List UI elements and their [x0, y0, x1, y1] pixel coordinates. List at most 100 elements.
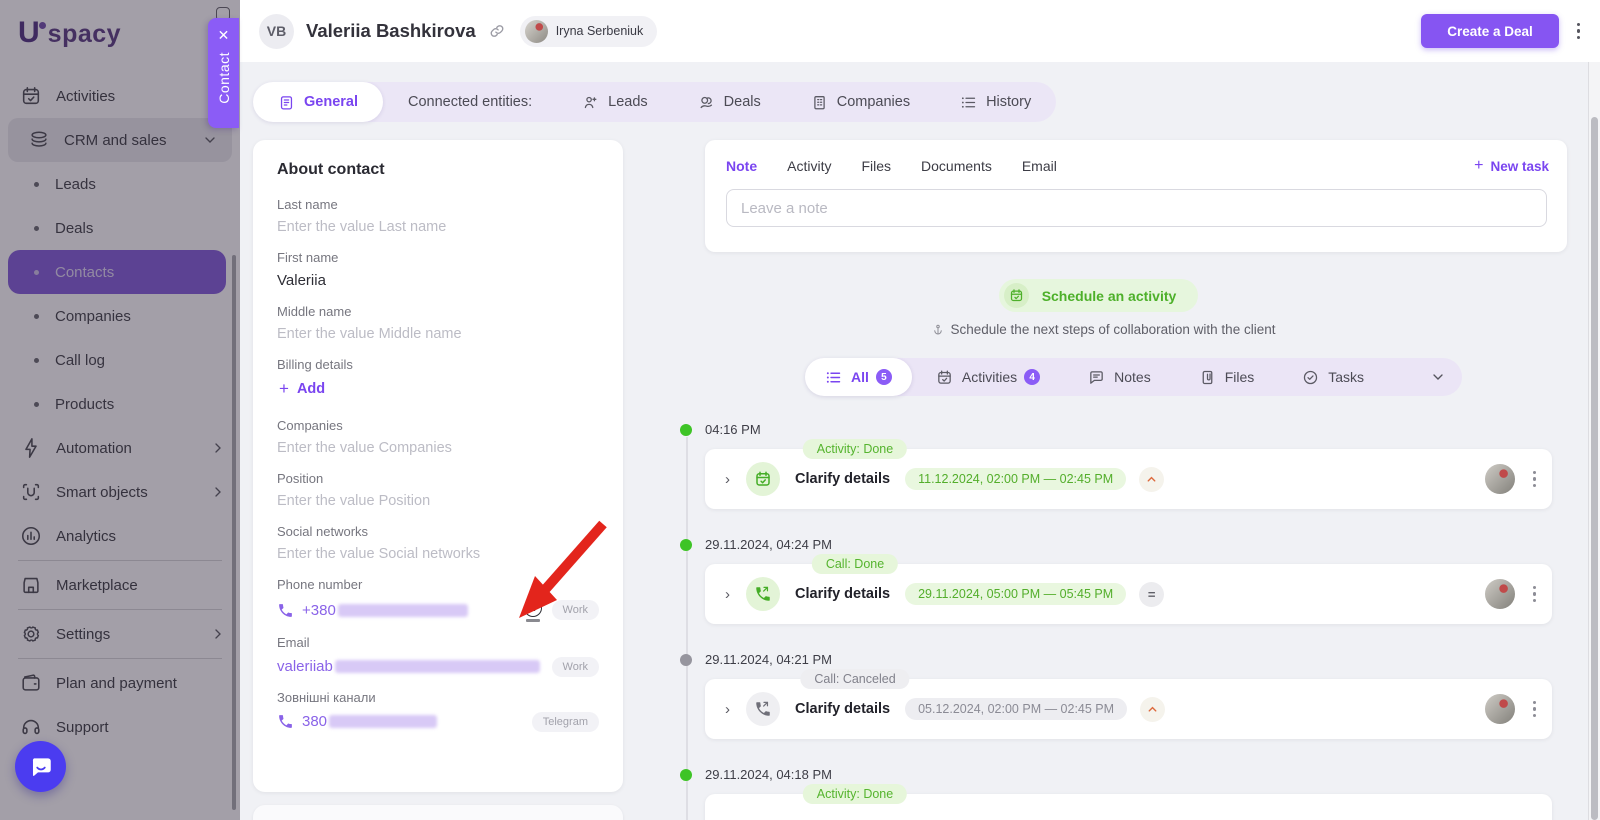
check-circle-icon — [1302, 369, 1319, 386]
tab-connected-entities[interactable]: Connected entities: — [383, 82, 557, 122]
sidebar-item-marketplace[interactable]: Marketplace — [0, 563, 240, 607]
external-channel-value[interactable]: 380 — [302, 713, 327, 730]
chevron-down-icon — [202, 132, 218, 148]
expand-chevron-icon[interactable]: › — [725, 701, 730, 718]
activity-card[interactable]: Activity: Done › Clarify details 11.12.2… — [705, 449, 1552, 509]
sidebar-item-smart-objects[interactable]: Smart objects — [0, 470, 240, 514]
count-badge: 4 — [1024, 369, 1040, 385]
scrollbar-thumb[interactable] — [1591, 117, 1598, 820]
filter-files[interactable]: Files — [1175, 358, 1279, 396]
deals-icon — [698, 94, 715, 111]
sidebar-item-activities[interactable]: Activities — [0, 74, 240, 118]
call-card[interactable]: Call: Canceled › Clarify details 05.12.2… — [705, 679, 1552, 739]
tab-general[interactable]: General — [253, 82, 383, 122]
analytics-icon — [20, 525, 42, 547]
outgoing-call-icon — [746, 692, 780, 726]
tab-deals[interactable]: Deals — [673, 82, 786, 122]
plus-icon: + — [279, 379, 289, 399]
sidebar-item-deals[interactable]: Deals — [0, 206, 240, 250]
sidebar-item-contacts[interactable]: Contacts — [8, 250, 226, 294]
responsible-user-chip[interactable]: Iryna Serbeniuk — [520, 16, 658, 47]
composer-tab-note[interactable]: Note — [726, 158, 757, 174]
filter-tasks[interactable]: Tasks — [1278, 358, 1388, 396]
filter-activities[interactable]: Activities 4 — [912, 358, 1064, 396]
channel-type-badge: Telegram — [532, 712, 599, 732]
call-title[interactable]: Clarify details — [795, 586, 890, 602]
call-title[interactable]: Clarify details — [795, 701, 890, 717]
support-chat-button[interactable] — [15, 741, 66, 792]
bullet-icon — [34, 402, 39, 407]
sidebar-item-plan-and-payment[interactable]: Plan and payment — [0, 661, 240, 705]
composer-tab-documents[interactable]: Documents — [921, 158, 992, 174]
entry-time: 04:16 PM — [705, 421, 1567, 439]
contact-panel-tab[interactable]: ✕ Contact — [208, 18, 239, 128]
chevron-right-icon — [210, 626, 226, 642]
bolt-icon — [20, 437, 42, 459]
sidebar-item-analytics[interactable]: Analytics — [0, 514, 240, 558]
position-field[interactable]: Enter the value Position — [277, 493, 599, 509]
timeline-entry: 04:16 PM Activity: Done › Clarify detail… — [705, 421, 1567, 509]
more-actions-icon[interactable] — [1577, 23, 1580, 39]
tab-companies[interactable]: Companies — [786, 82, 935, 122]
activity-title[interactable]: Clarify details — [795, 471, 890, 487]
sidebar-scrollbar[interactable] — [232, 255, 236, 810]
timeline-entry: 29.11.2024, 04:24 PM Call: Done › Clarif… — [705, 536, 1567, 624]
sidebar-item-products[interactable]: Products — [0, 382, 240, 426]
expand-chevron-icon[interactable]: › — [725, 586, 730, 603]
contact-tab-label: Contact — [216, 52, 232, 104]
main-scrollbar[interactable] — [1588, 62, 1600, 820]
copy-link-icon[interactable] — [488, 22, 506, 40]
composer-tab-email[interactable]: Email — [1022, 158, 1057, 174]
first-name-field[interactable]: Valeriia — [277, 272, 599, 289]
tab-history[interactable]: History — [935, 82, 1056, 122]
avatar — [525, 20, 548, 43]
calendar-check-icon — [936, 369, 953, 386]
sidebar-item-crm-and-sales[interactable]: CRM and sales — [8, 118, 232, 162]
sidebar-item-companies[interactable]: Companies — [0, 294, 240, 338]
sidebar-item-automation[interactable]: Automation — [0, 426, 240, 470]
field-label: Зовнішні канали — [277, 690, 599, 705]
create-deal-button[interactable]: Create a Deal — [1421, 14, 1559, 48]
storefront-icon — [20, 574, 42, 596]
list-icon — [825, 369, 842, 386]
close-icon[interactable]: ✕ — [218, 26, 230, 44]
composer-tab-files[interactable]: Files — [861, 158, 891, 174]
gear-icon — [20, 623, 42, 645]
call-card[interactable]: Call: Done › Clarify details 29.11.2024,… — [705, 564, 1552, 624]
email-value[interactable]: valeriiab — [277, 658, 333, 675]
entry-time: 29.11.2024, 04:21 PM — [705, 651, 1567, 669]
filter-all[interactable]: All 5 — [805, 358, 912, 396]
record-content: General Connected entities: Leads Deals … — [240, 62, 1600, 820]
new-task-button[interactable]: + New task — [1474, 157, 1549, 175]
sidebar-item-settings[interactable]: Settings — [0, 612, 240, 656]
social-networks-field[interactable]: Enter the value Social networks — [277, 546, 599, 562]
companies-field[interactable]: Enter the value Companies — [277, 440, 599, 456]
schedule-hint: Schedule the next steps of collaboration… — [665, 322, 1542, 337]
sidebar-item-leads[interactable]: Leads — [0, 162, 240, 206]
composer-tab-activity[interactable]: Activity — [787, 158, 831, 174]
middle-name-field[interactable]: Enter the value Middle name — [277, 326, 599, 342]
entry-menu-icon[interactable] — [1533, 701, 1536, 717]
list-icon — [960, 94, 977, 111]
phone-value[interactable]: +380 — [302, 602, 336, 619]
bullet-icon — [34, 358, 39, 363]
uspacy-logo[interactable]: U spacy — [0, 0, 240, 60]
entry-menu-icon[interactable] — [1533, 586, 1536, 602]
expand-chevron-icon[interactable]: › — [725, 471, 730, 488]
filter-notes[interactable]: Notes — [1064, 358, 1175, 396]
telephony-provider-icon[interactable]: E — [524, 599, 542, 622]
chevron-down-icon[interactable] — [1430, 369, 1446, 385]
last-name-field[interactable]: Enter the value Last name — [277, 219, 599, 235]
phone-type-badge: Work — [552, 600, 599, 620]
entry-time: 29.11.2024, 04:18 PM — [705, 766, 1567, 784]
field-label: Position — [277, 471, 599, 486]
note-input[interactable] — [726, 189, 1547, 227]
external-channel-row: 380 Telegram — [277, 712, 599, 732]
entry-menu-icon[interactable] — [1533, 471, 1536, 487]
add-billing-button[interactable]: + Add — [279, 379, 599, 399]
schedule-activity-button[interactable]: Schedule an activity — [999, 279, 1199, 312]
sidebar-item-call-log[interactable]: Call log — [0, 338, 240, 382]
activity-card[interactable]: Activity: Done — [705, 794, 1552, 820]
card-icon — [278, 94, 295, 111]
tab-leads[interactable]: Leads — [557, 82, 673, 122]
